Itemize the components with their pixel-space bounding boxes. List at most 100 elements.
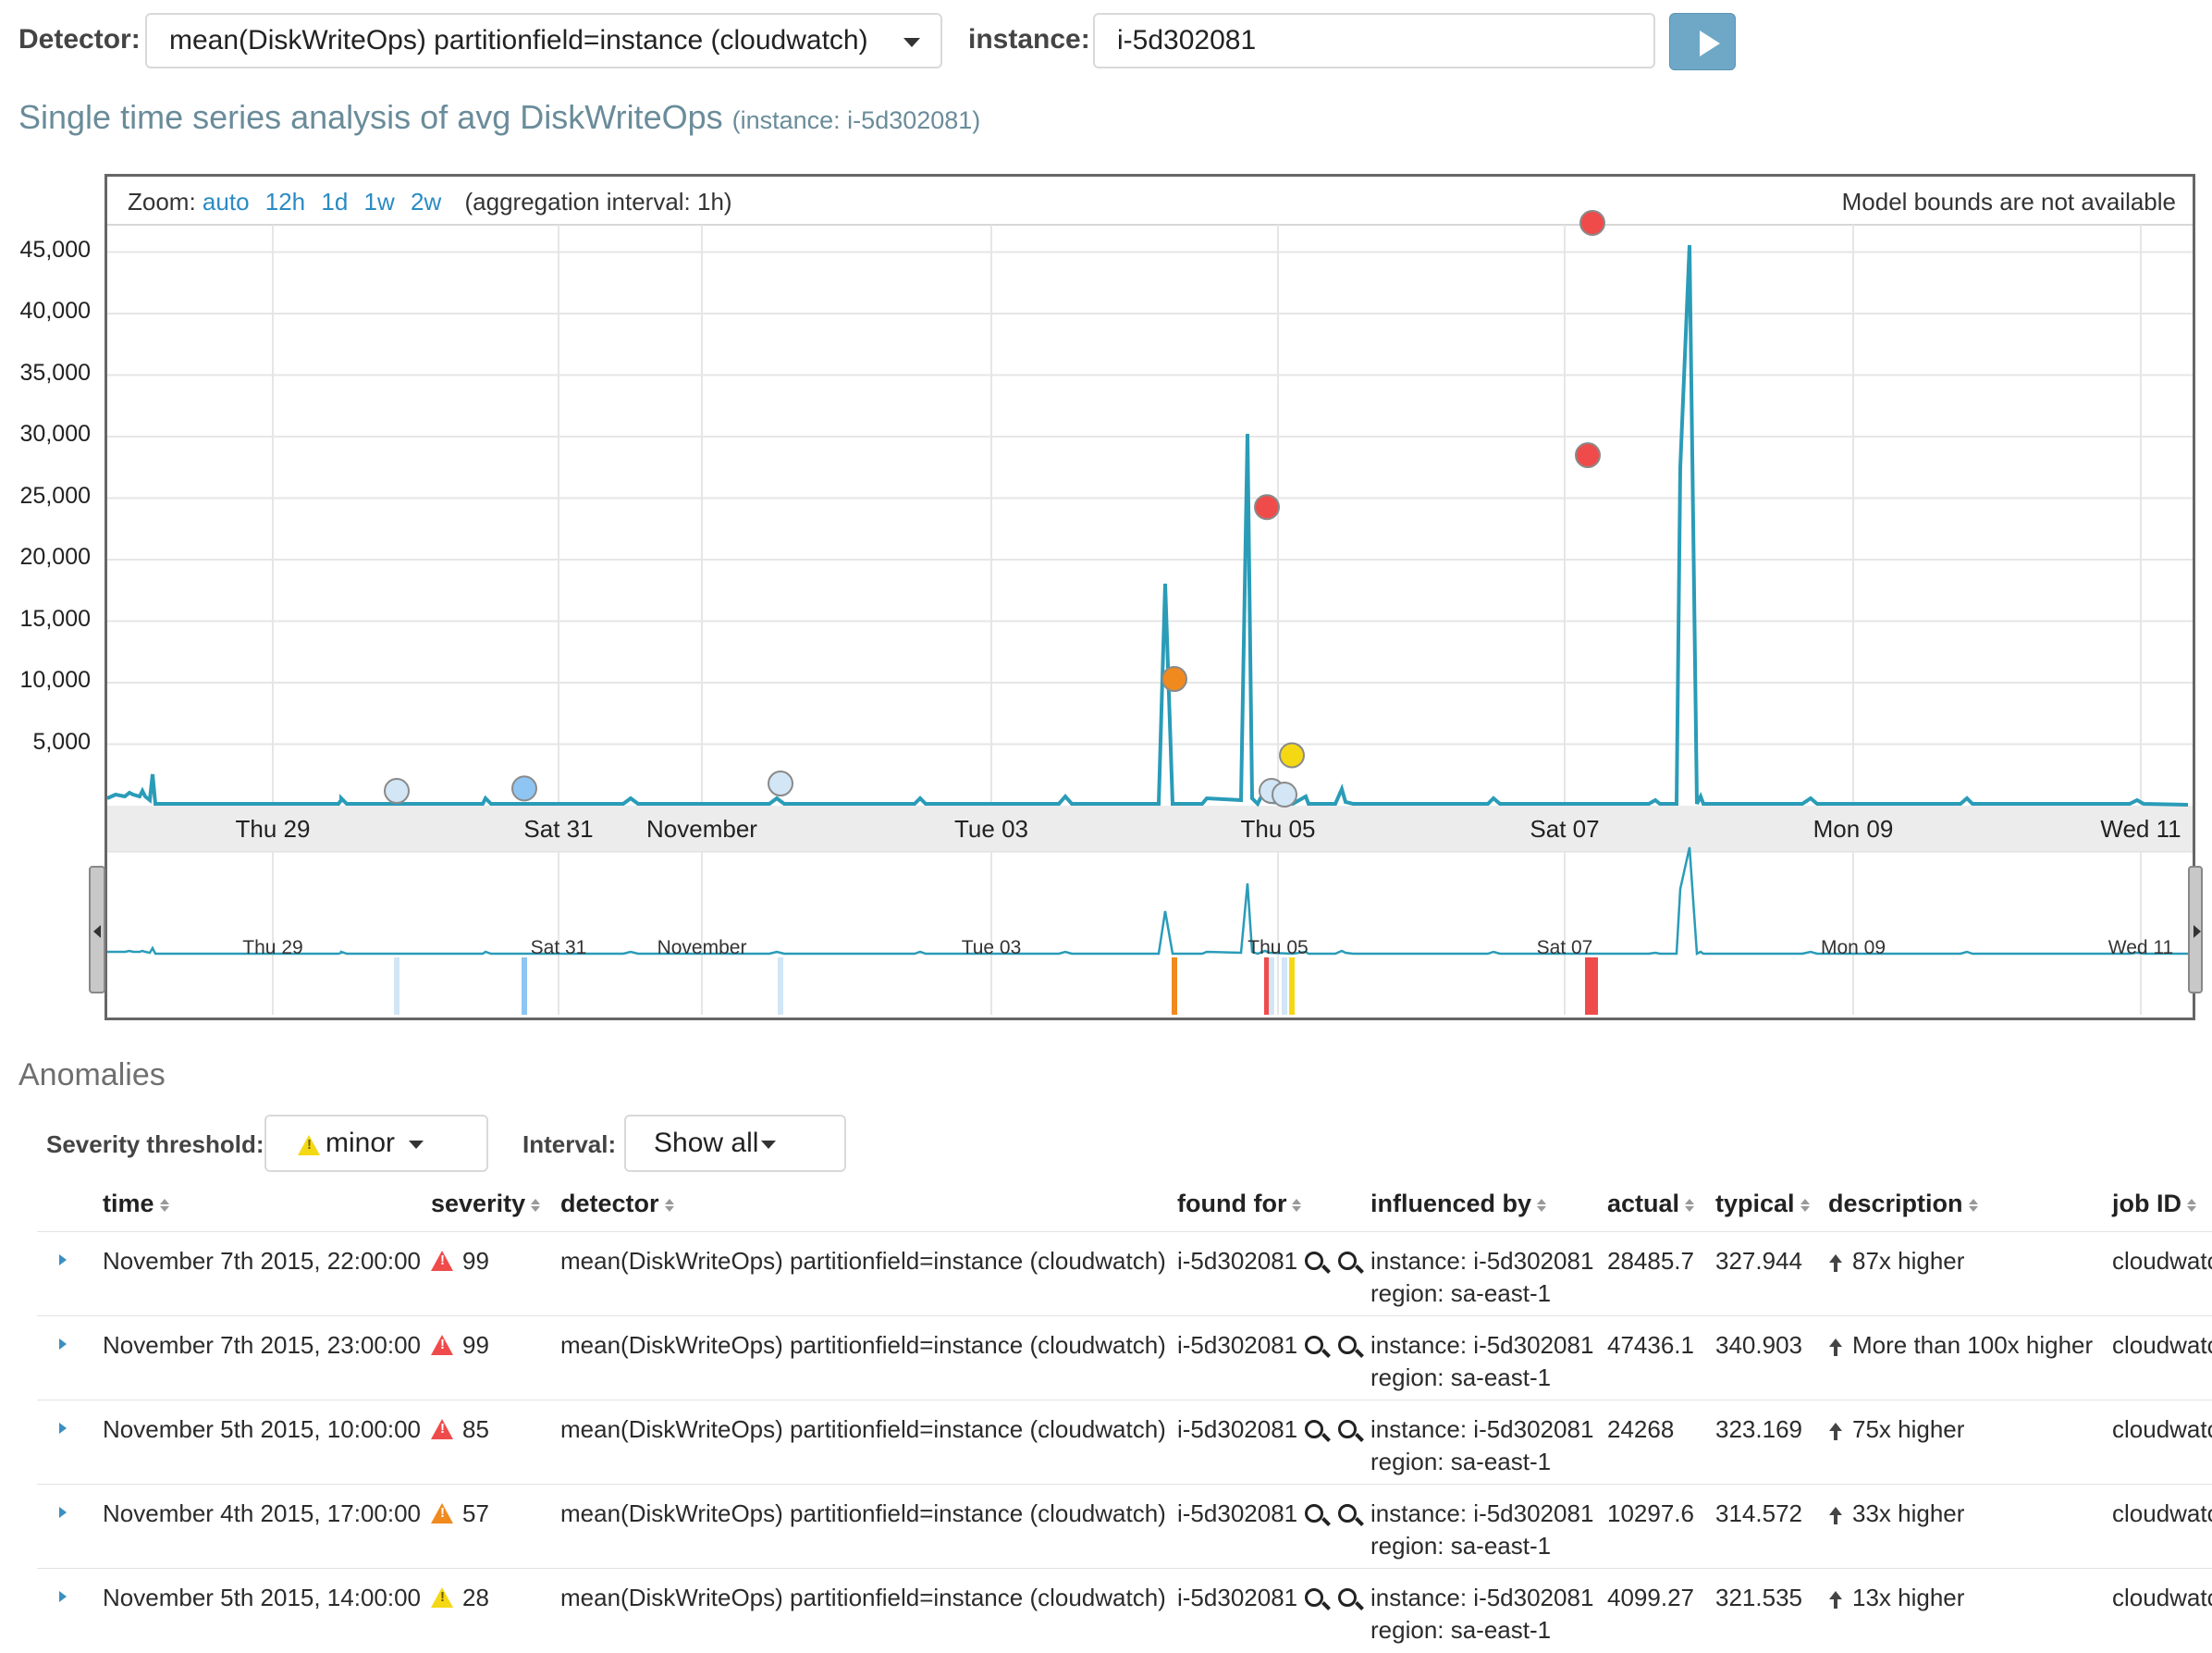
chart-frame: Zoom: auto 12h 1d 1w 2w (aggregation int… — [104, 174, 2195, 1020]
influenced-by-cell: instance: i-5d302081 region: sa-east-1 — [1370, 1247, 1593, 1308]
job-id-cell: cloudwatch — [2112, 1331, 2212, 1359]
zoom-out-icon[interactable] — [1338, 1252, 1358, 1270]
actual-cell: 10297.6 — [1607, 1499, 1694, 1527]
description-value: 33x higher — [1852, 1499, 1965, 1527]
zoom-out-icon[interactable] — [1338, 1588, 1358, 1607]
warning-icon: ! — [431, 1587, 453, 1608]
column-header-label: found for — [1177, 1190, 1287, 1217]
column-header-influenced-by[interactable]: influenced by — [1370, 1190, 1547, 1218]
anomaly-marker — [1579, 210, 1605, 236]
expand-row-icon[interactable] — [59, 1254, 67, 1265]
arrow-up-icon — [1828, 1591, 1843, 1609]
anomaly-swimlane-bar — [1172, 957, 1177, 1015]
brush-handle-left[interactable] — [89, 866, 105, 993]
column-header-found-for[interactable]: found for — [1177, 1190, 1302, 1218]
description-cell: 87x higher — [1828, 1247, 1964, 1276]
x-tick-label: Sat 31 — [523, 815, 594, 843]
severity-cell: ! 28 — [431, 1584, 489, 1612]
table-row[interactable]: November 7th 2015, 22:00:00! 99 mean(DiskW… — [37, 1231, 2212, 1316]
description-cell: More than 100x higher — [1828, 1331, 2093, 1360]
brush-handle-right[interactable] — [2188, 866, 2203, 993]
influenced-by-cell: instance: i-5d302081 region: sa-east-1 — [1370, 1584, 1593, 1645]
table-row[interactable]: November 5th 2015, 10:00:00! 85 mean(DiskW… — [37, 1400, 2212, 1485]
x-tick-label: November — [646, 815, 757, 843]
influencer-region: region: sa-east-1 — [1370, 1532, 1552, 1560]
anomaly-marker — [511, 775, 537, 802]
y-tick-label: 30,000 — [19, 421, 91, 447]
anomaly-swimlane-bar — [394, 957, 399, 1015]
context-x-tick-label: Mon 09 — [1820, 937, 1886, 958]
zoom-out-icon[interactable] — [1338, 1420, 1358, 1438]
arrow-up-icon — [1828, 1254, 1843, 1272]
zoom-in-icon[interactable] — [1305, 1336, 1324, 1354]
severity-threshold-value: minor — [326, 1128, 396, 1158]
expand-row-icon[interactable] — [59, 1591, 67, 1602]
found-for-cell: i-5d302081 — [1177, 1247, 1358, 1276]
zoom-out-icon[interactable] — [1338, 1504, 1358, 1523]
time-cell: November 7th 2015, 22:00:00 — [103, 1247, 422, 1275]
sort-icon — [1537, 1198, 1547, 1212]
expand-row-icon[interactable] — [59, 1338, 67, 1350]
detector-cell: mean(DiskWriteOps) partitionfield=instan… — [560, 1331, 1166, 1359]
time-cell: November 5th 2015, 10:00:00 — [103, 1415, 422, 1443]
column-header-label: actual — [1607, 1190, 1680, 1217]
found-for-cell: i-5d302081 — [1177, 1415, 1358, 1444]
job-id-cell: cloudwatch — [2112, 1415, 2212, 1443]
run-button[interactable] — [1669, 13, 1736, 70]
detector-cell: mean(DiskWriteOps) partitionfield=instan… — [560, 1499, 1166, 1527]
column-header-time[interactable]: time — [103, 1190, 169, 1218]
zoom-in-icon[interactable] — [1305, 1252, 1324, 1270]
detector-select-value: mean(DiskWriteOps) partitionfield=instan… — [169, 25, 868, 56]
influencer-instance: instance: i-5d302081 — [1370, 1331, 1594, 1359]
sort-icon — [159, 1198, 169, 1212]
column-header-description[interactable]: description — [1828, 1190, 1978, 1218]
actual-cell: 24268 — [1607, 1415, 1675, 1443]
zoom-in-icon[interactable] — [1305, 1588, 1324, 1607]
actual-cell: 28485.7 — [1607, 1247, 1694, 1275]
page-title-main: Single time series analysis of avg DiskW… — [18, 98, 723, 136]
warning-icon: ! — [298, 1135, 320, 1155]
context-x-tick-label: Sat 31 — [530, 937, 587, 958]
expand-row-icon[interactable] — [59, 1507, 67, 1518]
actual-cell: 4099.27 — [1607, 1584, 1694, 1611]
context-x-tick-label: Tue 03 — [961, 937, 1022, 958]
zoom-in-icon[interactable] — [1305, 1504, 1324, 1523]
influencer-instance: instance: i-5d302081 — [1370, 1584, 1594, 1611]
table-row[interactable]: November 7th 2015, 23:00:00! 99 mean(DiskW… — [37, 1315, 2212, 1400]
typical-cell: 323.169 — [1715, 1415, 1802, 1443]
column-header-detector[interactable]: detector — [560, 1190, 674, 1218]
influenced-by-cell: instance: i-5d302081 region: sa-east-1 — [1370, 1415, 1593, 1476]
detector-select[interactable]: mean(DiskWriteOps) partitionfield=instan… — [145, 13, 942, 68]
actual-cell: 47436.1 — [1607, 1331, 1694, 1359]
series-line — [107, 244, 2189, 808]
chevron-left-icon — [93, 925, 101, 938]
column-header-label: time — [103, 1190, 154, 1217]
instance-label: instance: — [968, 24, 1090, 55]
column-header-severity[interactable]: severity — [431, 1190, 541, 1218]
context-x-tick-label: Sat 07 — [1536, 937, 1593, 958]
severity-score: 57 — [462, 1499, 489, 1527]
typical-cell: 340.903 — [1715, 1331, 1802, 1359]
y-tick-label: 40,000 — [19, 298, 91, 324]
time-cell: November 5th 2015, 14:00:00 — [103, 1584, 422, 1611]
influencer-region: region: sa-east-1 — [1370, 1616, 1552, 1644]
column-header-typical[interactable]: typical — [1715, 1190, 1810, 1218]
expand-row-icon[interactable] — [59, 1423, 67, 1434]
y-tick-label: 25,000 — [19, 482, 91, 509]
sort-icon — [1292, 1198, 1302, 1212]
table-row[interactable]: November 5th 2015, 14:00:00! 28 mean(DiskW… — [37, 1568, 2212, 1653]
column-header-job-id[interactable]: job ID — [2112, 1190, 2196, 1218]
column-header-label: job ID — [2112, 1190, 2181, 1217]
zoom-in-icon[interactable] — [1305, 1420, 1324, 1438]
sort-icon — [1800, 1198, 1810, 1212]
severity-threshold-select[interactable]: ! minor — [264, 1115, 488, 1172]
zoom-out-icon[interactable] — [1338, 1336, 1358, 1354]
x-tick-label: Wed 11 — [2100, 815, 2181, 843]
description-value: 75x higher — [1852, 1415, 1965, 1443]
interval-select[interactable]: Show all — [624, 1115, 846, 1172]
instance-input[interactable]: i-5d302081 — [1093, 13, 1655, 68]
table-row[interactable]: November 4th 2015, 17:00:00! 57 mean(DiskW… — [37, 1484, 2212, 1569]
column-header-actual[interactable]: actual — [1607, 1190, 1695, 1218]
column-header-label: severity — [431, 1190, 526, 1217]
time-series-chart[interactable] — [107, 177, 2193, 1018]
